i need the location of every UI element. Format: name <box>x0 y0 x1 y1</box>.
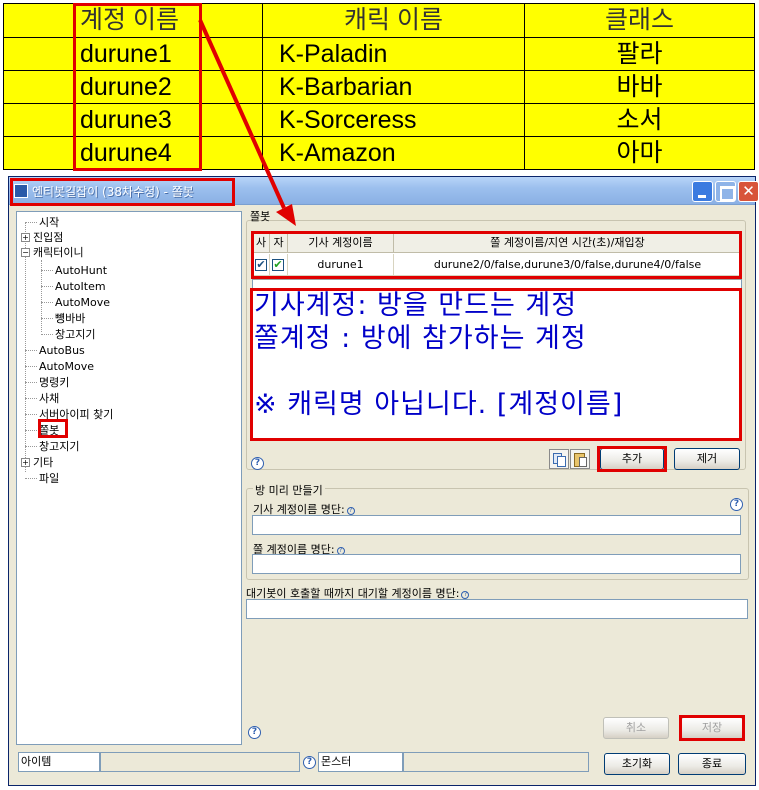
character-cell: K-Barbarian <box>262 70 525 104</box>
account-cell: durune3 <box>3 103 263 137</box>
tree-item-hotkey[interactable]: 명령키 <box>25 375 69 390</box>
item-status-value <box>100 752 300 772</box>
minimize-button[interactable] <box>692 181 713 202</box>
tree-item-file[interactable]: 파일 <box>25 471 59 486</box>
paste-icon[interactable] <box>570 449 590 469</box>
tree-item-bbangbaba[interactable]: 뻉바바 <box>41 311 85 326</box>
character-cell: K-Paladin <box>262 37 525 71</box>
note-line: ※ 캐릭명 아닙니다. [계정이름] <box>254 389 624 420</box>
close-button[interactable]: ✕ <box>738 181 759 202</box>
col-knight[interactable]: 사 <box>253 233 270 253</box>
class-cell: 팔라 <box>524 37 755 71</box>
reset-button[interactable]: 초기화 <box>604 753 670 775</box>
table-row[interactable]: ✔ ✔ durune1 durune2/0/false,durune3/0/fa… <box>253 254 741 276</box>
save-button[interactable]: 저장 <box>681 717 743 739</box>
remove-button[interactable]: 제거 <box>674 448 740 470</box>
tree-item-storage[interactable]: 창고지기 <box>25 439 79 454</box>
col-auto[interactable]: 자 <box>270 233 288 253</box>
add-button[interactable]: 추가 <box>600 448 664 470</box>
tree-item-autobus[interactable]: AutoBus <box>25 343 85 358</box>
help-icon[interactable]: ? <box>303 756 316 769</box>
character-cell: K-Amazon <box>262 136 525 170</box>
item-status-label: 아이템 <box>18 752 100 772</box>
header-account-name: 계정 이름 <box>3 3 263 38</box>
note-line <box>254 355 741 388</box>
grid-separator <box>253 277 741 280</box>
expand-icon[interactable]: + <box>21 233 30 242</box>
help-icon[interactable]: ? <box>251 457 264 470</box>
help-icon[interactable]: ? <box>248 726 261 739</box>
col-knight-account[interactable]: 기사 계정이름 <box>288 233 394 253</box>
header-character-name: 캐릭 이름 <box>262 3 525 38</box>
annotation-note: 기사계정: 방을 만드는 계정 쫄계정 : 방에 참가하는 계정 ※ 캐릭명 아… <box>251 289 741 439</box>
account-cell: durune1 <box>3 37 263 71</box>
auto-checkbox[interactable]: ✔ <box>272 259 284 271</box>
copy-icon[interactable] <box>549 449 569 469</box>
knight-list-input[interactable] <box>252 515 741 535</box>
cancel-button[interactable]: 취소 <box>603 717 669 739</box>
followers-cell[interactable]: durune2/0/false,durune3/0/false,durune4/… <box>394 254 741 276</box>
help-icon[interactable]: ? <box>730 498 743 511</box>
app-icon <box>14 184 28 198</box>
tree-item-start[interactable]: 시작 <box>25 215 59 230</box>
tree-item-loan[interactable]: 사채 <box>25 391 59 406</box>
help-icon[interactable]: ? <box>461 591 470 599</box>
tree-item-autoitem[interactable]: AutoItem <box>41 279 106 294</box>
tree-item-entry[interactable]: + 진입점 <box>21 230 63 245</box>
tree-item-character[interactable]: − 캐릭터이니 <box>21 245 84 260</box>
account-table: 계정 이름 캐릭 이름 클래스 durune1 K-Paladin 팔라 dur… <box>3 3 755 170</box>
maximize-button[interactable] <box>715 181 736 202</box>
tree-item-etc[interactable]: + 기타 <box>21 455 53 470</box>
tree-item-storage-sub[interactable]: 창고지기 <box>41 327 95 342</box>
expand-icon[interactable]: + <box>21 458 30 467</box>
prebuild-group-label: 방 미리 만들기 <box>253 482 325 498</box>
account-cell: durune4 <box>3 136 263 170</box>
header-class: 클래스 <box>524 3 755 38</box>
col-followers[interactable]: 쫄 계정이름/지연 시간(초)/재입장 <box>394 233 741 253</box>
tree-item-zbot[interactable]: 쫄봇 <box>25 423 59 438</box>
character-cell: K-Sorceress <box>262 103 525 137</box>
wait-list-input[interactable] <box>246 599 748 619</box>
class-cell: 아마 <box>524 136 755 170</box>
nav-tree[interactable]: 시작 + 진입점 − 캐릭터이니 AutoHunt AutoItem AutoMov… <box>16 211 242 745</box>
exit-button[interactable]: 종료 <box>678 753 746 775</box>
monster-status-label: 몬스터 <box>318 752 403 772</box>
window-title: 엔티봇길잡이 (38차수정) - 쫄봇 <box>32 185 194 199</box>
title-bar[interactable]: 엔티봇길잡이 (38차수정) - 쫄봇 ✕ <box>9 177 759 205</box>
zbot-group-label: 쫄봇 <box>250 210 271 223</box>
monster-status-value <box>403 752 589 772</box>
account-table-header: 계정 이름 캐릭 이름 클래스 <box>3 3 755 38</box>
account-cell: durune2 <box>3 70 263 104</box>
note-line: 쫄계정 : 방에 참가하는 계정 <box>254 323 587 354</box>
help-icon[interactable]: ? <box>346 507 355 515</box>
knight-account-cell[interactable]: durune1 <box>288 254 394 276</box>
table-row: durune1 K-Paladin 팔라 <box>3 37 755 71</box>
table-row: durune2 K-Barbarian 바바 <box>3 70 755 104</box>
tree-item-server-ip[interactable]: 서버아이피 찾기 <box>25 407 113 422</box>
table-row: durune4 K-Amazon 아마 <box>3 136 755 170</box>
tree-item-automove[interactable]: AutoMove <box>25 359 94 374</box>
table-row: durune3 K-Sorceress 소서 <box>3 103 755 137</box>
collapse-icon[interactable]: − <box>21 248 30 257</box>
class-cell: 소서 <box>524 103 755 137</box>
knight-checkbox[interactable]: ✔ <box>255 259 267 271</box>
grid-header: 사 자 기사 계정이름 쫄 계정이름/지연 시간(초)/재입장 <box>253 233 741 253</box>
tree-item-automove-sub[interactable]: AutoMove <box>41 295 110 310</box>
tree-item-autohunt[interactable]: AutoHunt <box>41 263 107 278</box>
class-cell: 바바 <box>524 70 755 104</box>
follower-list-input[interactable] <box>252 554 741 574</box>
note-line: 기사계정: 방을 만드는 계정 <box>254 290 578 321</box>
